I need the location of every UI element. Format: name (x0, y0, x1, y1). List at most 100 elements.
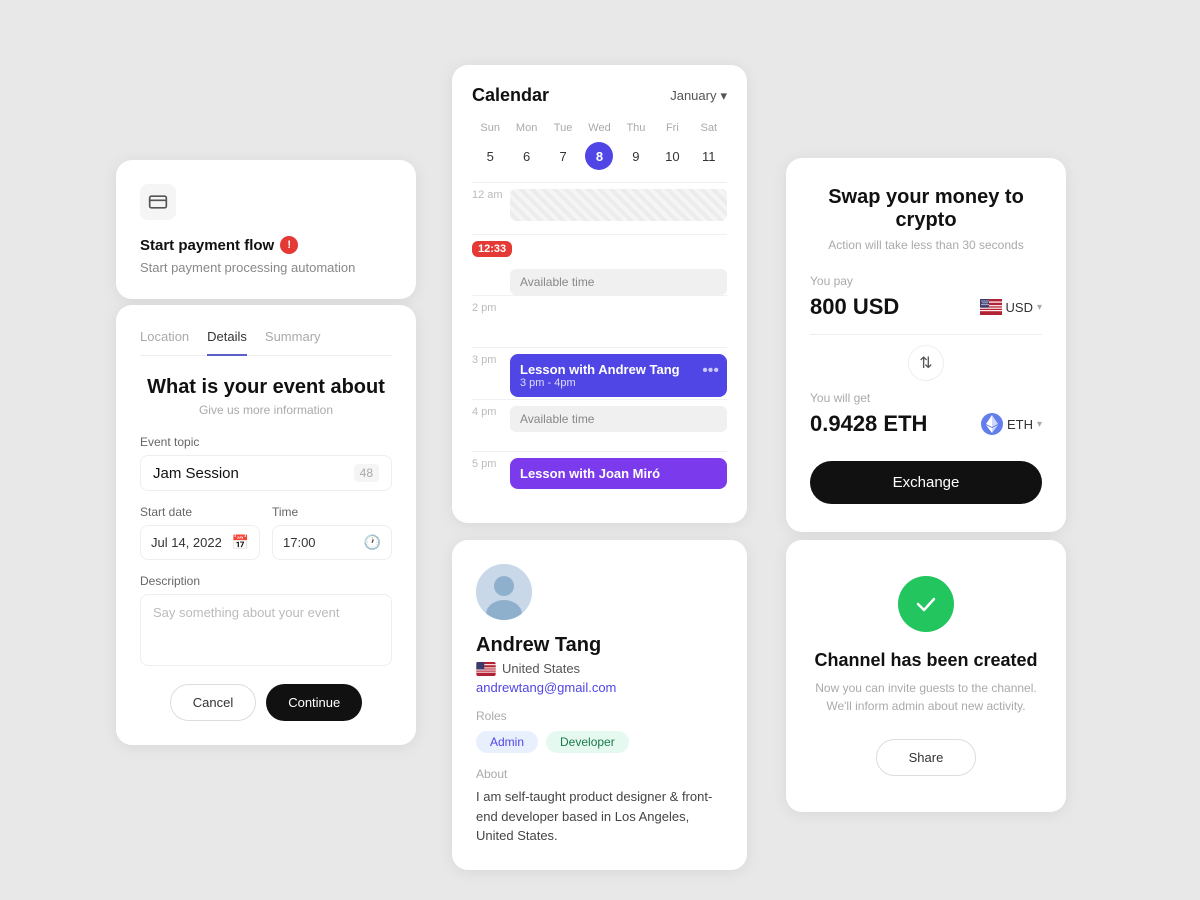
calendar-days-header: Sun Mon Tue Wed Thu Fri Sat (472, 122, 727, 134)
swap-button[interactable]: ⇅ (908, 345, 944, 381)
avatar (476, 564, 532, 620)
date-8-today[interactable]: 8 (585, 142, 613, 170)
day-mon: Mon (508, 122, 544, 134)
exchange-button[interactable]: Exchange (810, 461, 1042, 504)
usd-amount: 800 USD (810, 294, 899, 320)
time-label-2pm: 2 pm (472, 302, 510, 314)
eth-selector[interactable]: ETH ▾ (981, 413, 1042, 435)
day-wed: Wed (581, 122, 617, 134)
topic-input-row[interactable]: Jam Session 48 (140, 455, 392, 491)
lesson-andrew-title: Lesson with Andrew Tang (520, 362, 717, 377)
time-label-5pm: 5 pm (472, 458, 510, 470)
event-form-card: Location Details Summary What is your ev… (116, 305, 416, 745)
topic-count: 48 (354, 464, 379, 482)
country-label: United States (502, 661, 580, 676)
day-thu: Thu (618, 122, 654, 134)
day-fri: Fri (654, 122, 690, 134)
checkmark-icon (912, 590, 940, 618)
profile-card: Andrew Tang United States andrewtang@gma… (452, 540, 747, 870)
slot-5pm: Lesson with Joan Miró (510, 458, 727, 489)
time-label-3pm: 3 pm (472, 354, 510, 366)
payment-icon (140, 184, 176, 220)
share-button[interactable]: Share (876, 739, 977, 776)
time-row-4pm: 4 pm Available time (472, 399, 727, 451)
date-6[interactable]: 6 (513, 142, 541, 170)
date-input[interactable]: Jul 14, 2022 📅 (140, 525, 260, 560)
time-row-2pm: 2 pm (472, 295, 727, 347)
lesson-joan-title: Lesson with Joan Miró (520, 466, 717, 481)
form-buttons: Cancel Continue (140, 684, 392, 721)
profile-name: Andrew Tang (476, 634, 723, 657)
time-label: Time (272, 505, 392, 519)
profile-country-row: United States (476, 661, 723, 676)
tab-location[interactable]: Location (140, 329, 189, 356)
date-5[interactable]: 5 (476, 142, 504, 170)
day-tue: Tue (545, 122, 581, 134)
date-10[interactable]: 10 (658, 142, 686, 170)
slot-12am (510, 189, 727, 221)
time-label-12am: 12 am (472, 189, 510, 201)
payment-title-text: Start payment flow (140, 237, 274, 254)
time-value: 17:00 (283, 535, 316, 550)
you-get-row: 0.9428 ETH ETH ▾ (810, 411, 1042, 437)
profile-flag-icon (476, 662, 496, 676)
topic-label: Event topic (140, 435, 392, 449)
chevron-down-usd: ▾ (1037, 302, 1042, 313)
swap-icon-row: ⇅ (810, 345, 1042, 381)
day-sun: Sun (472, 122, 508, 134)
crypto-subtitle: Action will take less than 30 seconds (810, 238, 1042, 252)
channel-created-card: Channel has been created Now you can inv… (786, 540, 1066, 812)
slot-3pm: ••• Lesson with Andrew Tang 3 pm - 4pm (510, 354, 727, 397)
payment-title: Start payment flow ! (140, 236, 392, 254)
description-textarea[interactable]: Say something about your event (140, 594, 392, 666)
payment-card: Start payment flow ! Start payment proce… (116, 160, 416, 299)
start-date-label: Start date (140, 505, 260, 519)
about-section-label: About (476, 767, 723, 781)
calendar-icon: 📅 (232, 534, 249, 551)
profile-email[interactable]: andrewtang@gmail.com (476, 680, 723, 695)
eth-icon (981, 413, 1003, 435)
avatar-image (476, 564, 532, 620)
usd-label: USD (1006, 300, 1033, 315)
time-row-5pm: 5 pm Lesson with Joan Miró (472, 451, 727, 503)
calendar-month-selector[interactable]: January ▾ (670, 88, 727, 104)
time-input[interactable]: 17:00 🕐 (272, 525, 392, 560)
current-time-badge: 12:33 (472, 241, 512, 257)
chevron-down-icon: ▾ (720, 88, 727, 104)
cancel-button[interactable]: Cancel (170, 684, 256, 721)
event-heading: What is your event about (140, 376, 392, 399)
calendar-title: Calendar (472, 85, 549, 106)
tab-details[interactable]: Details (207, 329, 247, 356)
lesson-joan[interactable]: Lesson with Joan Miró (510, 458, 727, 489)
lesson-andrew-time: 3 pm - 4pm (520, 377, 717, 389)
month-label: January (670, 88, 716, 103)
event-subheading: Give us more information (140, 403, 392, 417)
crypto-title: Swap your money to crypto (810, 186, 1042, 232)
slot-4pm: Available time (510, 406, 727, 432)
tab-summary[interactable]: Summary (265, 329, 321, 356)
date-11[interactable]: 11 (695, 142, 723, 170)
about-text: I am self-taught product designer & fron… (476, 787, 723, 846)
day-sat: Sat (691, 122, 727, 134)
roles-row: Admin Developer (476, 731, 723, 753)
channel-subtitle: Now you can invite guests to the channel… (814, 679, 1038, 715)
eth-amount: 0.9428 ETH (810, 411, 927, 437)
us-flag-icon (980, 299, 1002, 315)
available-block-2: Available time (510, 406, 727, 432)
lesson-andrew[interactable]: ••• Lesson with Andrew Tang 3 pm - 4pm (510, 354, 727, 397)
calendar-header: Calendar January ▾ (472, 85, 727, 106)
calendar-dates: 5 6 7 8 9 10 11 (472, 142, 727, 170)
topic-value: Jam Session (153, 465, 239, 482)
date-7[interactable]: 7 (549, 142, 577, 170)
success-check-circle (898, 576, 954, 632)
clock-icon: 🕐 (364, 534, 381, 551)
tab-bar: Location Details Summary (140, 329, 392, 356)
role-developer: Developer (546, 731, 629, 753)
description-placeholder: Say something about your event (153, 605, 339, 620)
date-9[interactable]: 9 (622, 142, 650, 170)
usd-selector[interactable]: USD ▾ (980, 299, 1042, 315)
alert-dot: ! (280, 236, 298, 254)
continue-button[interactable]: Continue (266, 684, 362, 721)
date-value: Jul 14, 2022 (151, 535, 222, 550)
date-time-row: Start date Jul 14, 2022 📅 Time 17:00 🕐 (140, 505, 392, 560)
